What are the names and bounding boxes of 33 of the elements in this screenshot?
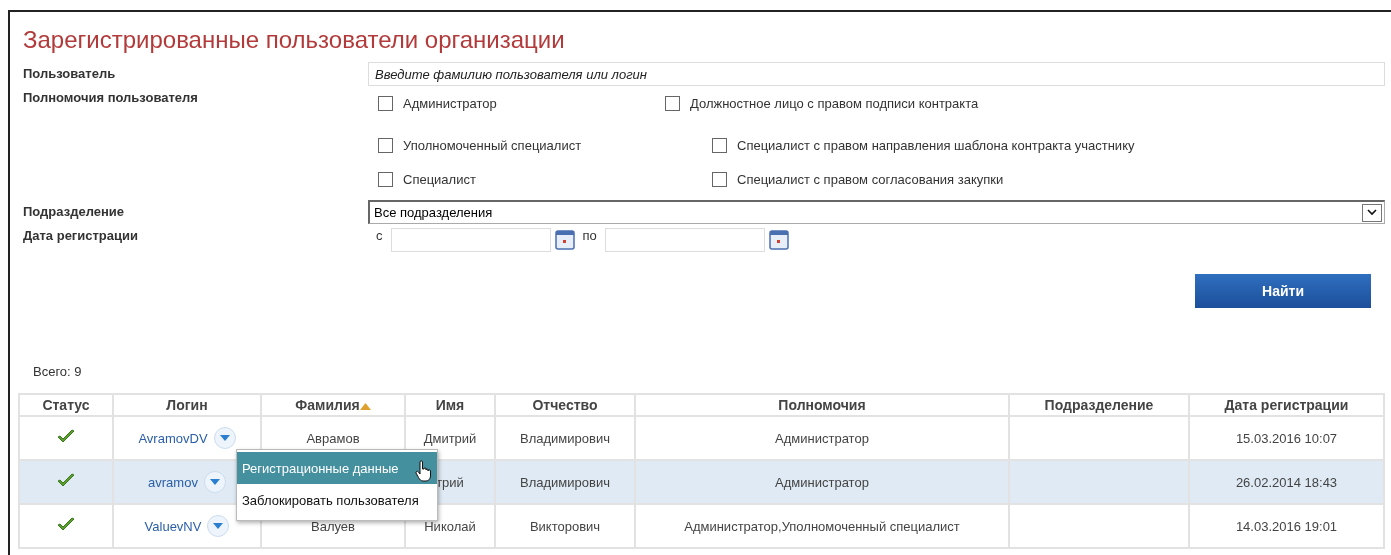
table-cell: Викторович	[495, 504, 635, 548]
department-select[interactable]: Все подразделения	[368, 200, 1385, 224]
login-link[interactable]: ValuevNV	[144, 518, 202, 534]
checkbox-label: Специалист	[403, 171, 476, 187]
date-to-label: по	[582, 228, 597, 243]
field-label: Дата регистрации	[23, 227, 140, 243]
date-from-label: с	[376, 228, 383, 243]
total-count: Всего: 9	[33, 364, 82, 379]
login-link[interactable]: avramov	[148, 474, 198, 490]
column-header[interactable]: Дата регистрации	[1189, 394, 1384, 416]
page-title: Зарегистрированные пользователи организации	[23, 26, 566, 54]
column-header[interactable]: Полномочия	[635, 394, 1009, 416]
checkbox-label: Уполномоченный специалист	[403, 137, 582, 153]
column-header[interactable]: Статус	[19, 394, 113, 416]
checkbox-label: Администратор	[403, 95, 497, 111]
checkbox-label: Должностное лицо с правом подписи контракта	[690, 95, 979, 111]
table-row[interactable]: AvramovDV Аврамов Дмитрий Владимирович Администратор 15.03.2016 10:07	[19, 416, 1384, 460]
field-label: Подразделение	[23, 203, 126, 219]
search-button[interactable]: Найти	[1195, 274, 1371, 308]
login-link[interactable]: AvramovDV	[138, 430, 208, 446]
column-header[interactable]: Логин	[113, 394, 261, 416]
column-header[interactable]: Фамилия	[261, 394, 405, 416]
menu-item[interactable]: Регистрационные данные	[237, 452, 437, 484]
field-label: Пользователь	[23, 65, 117, 81]
menu-item[interactable]: Заблокировать пользователя	[237, 484, 437, 516]
user-search-field[interactable]: Введите фамилию пользователя или логин	[368, 62, 1385, 86]
checkbox-label: Специалист с правом направления шаблона контракта участнику	[737, 137, 1135, 153]
table-cell: 14.03.2016 19:01	[1189, 504, 1384, 548]
column-header[interactable]: Отчество	[495, 394, 635, 416]
checkbox-label: Специалист с правом согласования закупки	[737, 171, 1004, 187]
field-label: Полномочия пользователя	[23, 89, 199, 105]
table-cell: Администратор,Уполномоченный специалист	[635, 504, 1009, 548]
column-header[interactable]: Подразделение	[1009, 394, 1189, 416]
